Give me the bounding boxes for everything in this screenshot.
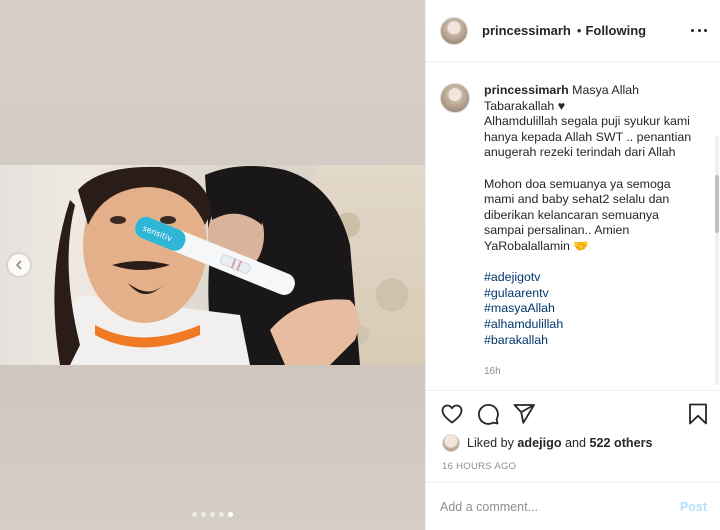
caption-line: mami and baby sehat2 selalu dan [484,192,670,207]
scrollbar-thumb[interactable] [715,175,719,233]
caption-line: Masya Allah [572,83,639,97]
carousel-dot [192,512,197,517]
caption-line: Alhamdulillah segala puji syukur kami [484,114,690,129]
chevron-left-icon [16,260,22,270]
bookmark-icon [689,403,707,425]
likes-user-link[interactable]: adejigo [517,436,561,450]
caption-line: hanya kepada Allah SWT .. penantian [484,129,692,144]
caption-scroll-area[interactable]: princessimarh Masya Allah Tabarakallah ♥… [426,63,720,391]
caption-line: Mohon doa semuanya ya semoga [484,176,671,191]
comment-button[interactable] [476,402,500,426]
avatar[interactable] [440,83,470,113]
carousel-prev-button[interactable] [8,254,30,276]
more-options-button[interactable] [691,22,707,38]
heart-icon [441,404,463,424]
action-bar [440,402,710,428]
header-username[interactable]: princessimarh [482,23,571,38]
caption-username[interactable]: princessimarh [484,83,569,97]
more-horizontal-icon [704,28,707,32]
post-photo: sensitiv [0,165,425,365]
post-header: princessimarh • Following [426,0,720,62]
caption-text: princessimarh Masya Allah Tabarakallah ♥… [484,83,709,380]
caption-line: anugerah rezeki terindah dari Allah [484,145,676,160]
hashtag-link[interactable]: #barakallah [484,333,709,349]
post-side-panel: princessimarh • Following princessimarh … [425,0,720,530]
header-separator: • [576,23,582,38]
caption-time[interactable]: 16h [484,364,709,380]
photo-illustration [54,166,360,365]
likes-prefix: Liked by [467,436,514,450]
post-comment-button[interactable]: Post [680,500,707,514]
comment-input[interactable] [440,499,680,514]
post-timestamp[interactable]: 16 HOURS AGO [442,461,516,472]
more-horizontal-icon [697,28,701,32]
caption: princessimarh Masya Allah Tabarakallah ♥… [440,83,709,380]
share-button[interactable] [512,402,536,426]
caption-line: diberikan kelancaran semuanya [484,207,659,222]
likes-conj: and [565,436,587,450]
caption-line: sampai persalinan.. Amien [484,223,630,238]
likes-others-link[interactable]: 522 others [590,436,653,450]
media-blur-backdrop-top [0,0,425,165]
comment-form: Post [426,482,720,530]
media-blur-backdrop-bottom [0,365,425,530]
caption-gap [484,255,709,271]
hashtag-link[interactable]: #gulaarentv [484,286,709,302]
hashtag-link[interactable]: #adejigotv [484,270,709,286]
likes-summary: Liked by adejigo and 522 others [442,434,653,452]
likes-text: Liked by adejigo and 522 others [467,436,653,450]
caption-scrollbar[interactable] [715,135,719,385]
carousel-dot [201,512,206,517]
share-icon [513,404,535,424]
following-button[interactable]: Following [585,23,646,38]
post-media[interactable]: sensitiv [0,0,425,530]
more-horizontal-icon [691,28,694,32]
caption-line: Tabarakallah ♥ [484,98,566,113]
hashtag-link[interactable]: #alhamdulillah [484,317,709,333]
avatar[interactable] [442,434,460,452]
carousel-dot [210,512,215,517]
save-button[interactable] [686,402,710,426]
avatar[interactable] [440,16,468,45]
caption-gap [484,161,709,177]
comment-icon [478,404,499,425]
carousel-dot [219,512,224,517]
caption-line: YaRobalallamin 🤝 [484,238,589,253]
carousel-dot-active [228,512,233,517]
carousel-dots [192,512,233,517]
hashtag-link[interactable]: #masyaAllah [484,301,709,317]
like-button[interactable] [440,402,464,426]
